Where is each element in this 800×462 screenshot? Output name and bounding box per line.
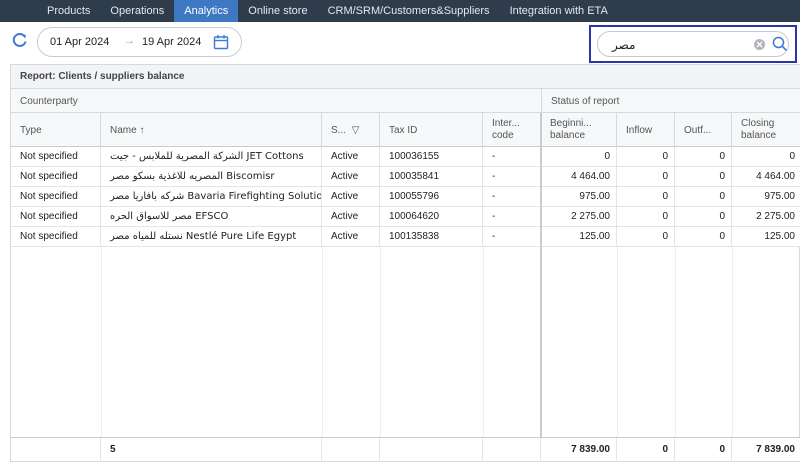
cell-closing-balance: 2 275.00 (756, 211, 795, 222)
cell-beginning-balance: 975.00 (541, 187, 617, 207)
cell-name: مصر للاسواق الحره EFSCO (101, 207, 322, 227)
cell-outflow: 0 (675, 207, 732, 227)
refresh-icon[interactable] (11, 31, 29, 49)
date-arrow: → (124, 35, 135, 47)
cell-tax-id: 100035841 (380, 167, 483, 187)
cell-type: Not specified (11, 147, 101, 167)
header-inter-code[interactable]: Inter... code (483, 113, 541, 147)
nav-crm[interactable]: CRM/SRM/Customers&Suppliers (318, 0, 500, 22)
search-box-highlight: مصر (589, 25, 797, 63)
nav-analytics[interactable]: Analytics (174, 0, 239, 22)
cell-inter-code: - (483, 147, 541, 167)
cell-inflow: 0 (617, 147, 675, 167)
header-closing-balance[interactable]: Closing balance (732, 113, 800, 147)
search-icon[interactable] (772, 36, 788, 52)
header-type[interactable]: Type (11, 113, 101, 147)
nav-products[interactable]: Products (37, 0, 100, 22)
cell-name: الشركة المصرية للملابس - جيت JET Cottons (101, 147, 322, 167)
date-to[interactable]: 19 Apr 2024 (142, 36, 201, 48)
cell-tax-id: 100036155 (380, 147, 483, 167)
cell-tax-id: 100135838 (380, 227, 483, 247)
cell-inter-code: - (483, 167, 541, 187)
report-panel: Report: Clients / suppliers balance Coun… (10, 64, 800, 462)
cell-name: شركه بافاريا مصر Bavaria Firefighting So… (101, 187, 322, 207)
cell-outflow: 0 (675, 227, 732, 247)
group-status-of-report: Status of report (551, 96, 620, 107)
total-count: 5 (101, 438, 322, 462)
cell-outflow: 0 (675, 187, 732, 207)
cell-type: Not specified (11, 227, 101, 247)
cell-name: نستله للمياه مصر Nestlé Pure Life Egypt (101, 227, 322, 247)
cell-beginning-balance: 2 275.00 (541, 207, 617, 227)
total-status-empty (322, 438, 380, 462)
date-range-picker[interactable]: 01 Apr 2024 → 19 Apr 2024 (37, 27, 242, 57)
cell-closing-balance: 125.00 (764, 231, 795, 242)
table-row[interactable]: Not specified الشركة المصرية للملابس - ج… (11, 147, 800, 167)
toolbar: 01 Apr 2024 → 19 Apr 2024 مصر (0, 22, 800, 64)
cell-inflow: 0 (617, 207, 675, 227)
total-outflow: 0 (675, 438, 732, 462)
header-beginning-balance[interactable]: Beginni... balance (541, 113, 617, 147)
total-beginning-balance: 7 839.00 (541, 438, 617, 462)
cell-inflow: 0 (617, 187, 675, 207)
total-inter-code-empty (483, 438, 541, 462)
nav-operations[interactable]: Operations (100, 0, 174, 22)
total-tax-id-empty (380, 438, 483, 462)
cell-type: Not specified (11, 187, 101, 207)
cell-beginning-balance: 0 (541, 147, 617, 167)
cell-inter-code: - (483, 187, 541, 207)
report-title: Report: Clients / suppliers balance (11, 65, 800, 89)
table-row[interactable]: Not specified المصريه للاغذية بسكو مصر B… (11, 167, 800, 187)
cell-tax-id: 100055796 (380, 187, 483, 207)
header-outflow[interactable]: Outf... (675, 113, 732, 147)
cell-type: Not specified (11, 207, 101, 227)
cell-type: Not specified (11, 167, 101, 187)
cell-status: Active (322, 227, 380, 247)
total-inflow: 0 (617, 438, 675, 462)
total-type-empty (11, 438, 101, 462)
cell-beginning-balance: 125.00 (541, 227, 617, 247)
cell-inflow: 0 (617, 167, 675, 187)
cell-closing-balance: 0 (789, 151, 795, 162)
clear-icon[interactable] (754, 39, 765, 50)
table-row[interactable]: Not specified شركه بافاريا مصر Bavaria F… (11, 187, 800, 207)
cell-inter-code: - (483, 207, 541, 227)
nav-online-store[interactable]: Online store (238, 0, 317, 22)
header-name[interactable]: Name ↑ (101, 113, 322, 147)
cell-status: Active (322, 147, 380, 167)
header-inflow[interactable]: Inflow (617, 113, 675, 147)
table-header: Type Name ↑ S... ▽ Tax ID Inter... code B… (11, 113, 800, 147)
cell-inflow: 0 (617, 227, 675, 247)
cell-closing-balance: 4 464.00 (756, 171, 795, 182)
cell-closing-balance: 975.00 (764, 191, 795, 202)
totals-row: 5 7 839.00 0 0 7 839.00 (11, 437, 800, 462)
section-divider (540, 113, 542, 461)
header-tax-id[interactable]: Tax ID (380, 113, 483, 147)
cell-name: المصريه للاغذية بسكو مصر Biscomisr (101, 167, 322, 187)
cell-outflow: 0 (675, 147, 732, 167)
total-closing-balance: 7 839.00 (756, 444, 795, 455)
cell-status: Active (322, 167, 380, 187)
date-from[interactable]: 01 Apr 2024 (50, 36, 109, 48)
cell-inter-code: - (483, 227, 541, 247)
calendar-icon[interactable] (213, 34, 229, 50)
cell-status: Active (322, 187, 380, 207)
table-row[interactable]: Not specified نستله للمياه مصر Nestlé Pu… (11, 227, 800, 247)
search-value[interactable]: مصر (612, 38, 635, 52)
filter-icon[interactable]: ▽ (352, 125, 360, 136)
group-counterparty: Counterparty (20, 96, 78, 107)
cell-status: Active (322, 207, 380, 227)
nav-integration-eta[interactable]: Integration with ETA (500, 0, 618, 22)
table-row[interactable]: Not specified مصر للاسواق الحره EFSCO Ac… (11, 207, 800, 227)
header-status[interactable]: S... ▽ (322, 113, 380, 147)
cell-outflow: 0 (675, 167, 732, 187)
sort-asc-icon[interactable]: ↑ (139, 125, 144, 136)
search-input[interactable]: مصر (597, 31, 789, 57)
top-navigation: Products Operations Analytics Online sto… (0, 0, 800, 22)
column-group-row: Counterparty Status of report (11, 89, 800, 113)
group-divider (541, 89, 542, 113)
cell-tax-id: 100064620 (380, 207, 483, 227)
cell-beginning-balance: 4 464.00 (541, 167, 617, 187)
